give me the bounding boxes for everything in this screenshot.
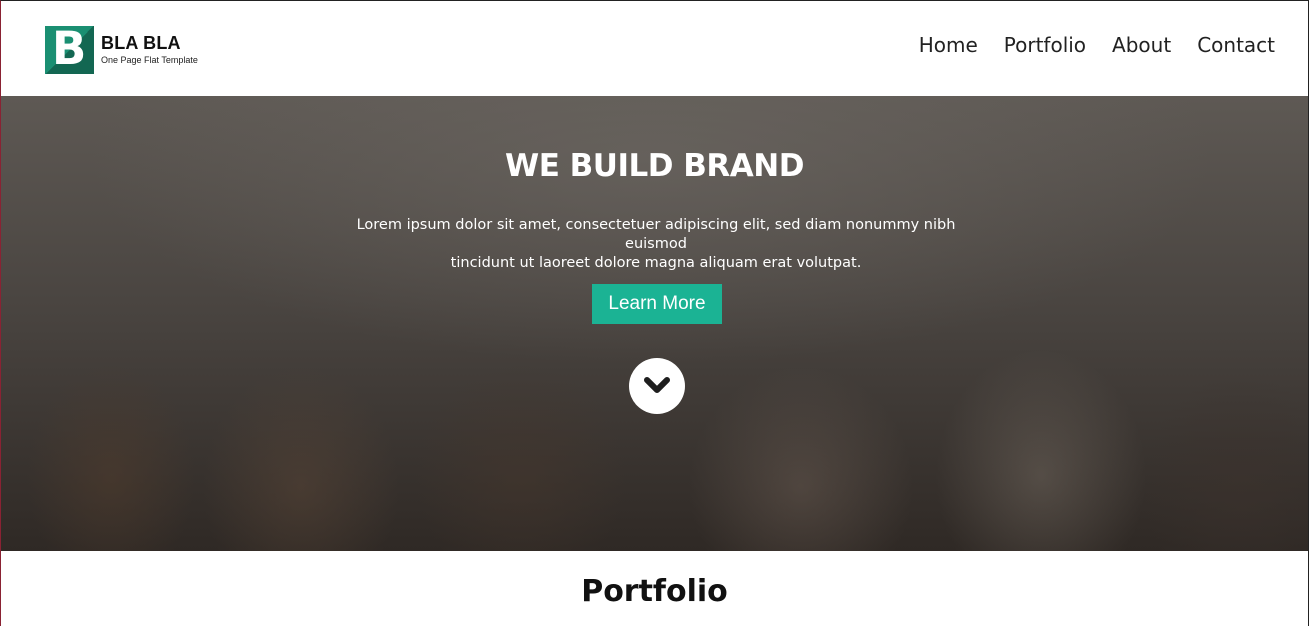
logo-letter: B: [52, 26, 87, 74]
hero-section: WE BUILD BRAND Lorem ipsum dolor sit ame…: [1, 96, 1308, 551]
site-header: B BLA BLA One Page Flat Template Home Po…: [1, 1, 1308, 96]
hero-description: Lorem ipsum dolor sit amet, consectetuer…: [331, 216, 981, 273]
logo[interactable]: B BLA BLA One Page Flat Template: [45, 26, 198, 74]
nav-home[interactable]: Home: [919, 31, 978, 59]
chevron-down-icon: [644, 377, 670, 393]
hero-text-line-2: tincidunt ut laoreet dolore magna aliqua…: [450, 255, 862, 271]
logo-text: BLA BLA One Page Flat Template: [101, 34, 198, 66]
brand-name: BLA BLA: [101, 33, 181, 53]
scroll-down-button[interactable]: [629, 358, 685, 414]
portfolio-heading: Portfolio: [581, 574, 728, 609]
logo-mark-icon: B: [45, 26, 94, 74]
hero-title: WE BUILD BRAND: [1, 148, 1308, 184]
main-nav: Home Portfolio About Contact: [893, 31, 1275, 59]
hero-title-regular: WE BUILD: [505, 148, 684, 184]
learn-more-button[interactable]: Learn More: [592, 284, 722, 324]
nav-contact[interactable]: Contact: [1197, 31, 1275, 59]
hero-title-bold: BRAND: [683, 148, 804, 184]
nav-portfolio[interactable]: Portfolio: [1004, 31, 1086, 59]
brand-tagline: One Page Flat Template: [101, 55, 198, 65]
page: B BLA BLA One Page Flat Template Home Po…: [0, 0, 1309, 626]
hero-text-line-1: Lorem ipsum dolor sit amet, consectetuer…: [356, 217, 956, 252]
nav-about[interactable]: About: [1112, 31, 1171, 59]
